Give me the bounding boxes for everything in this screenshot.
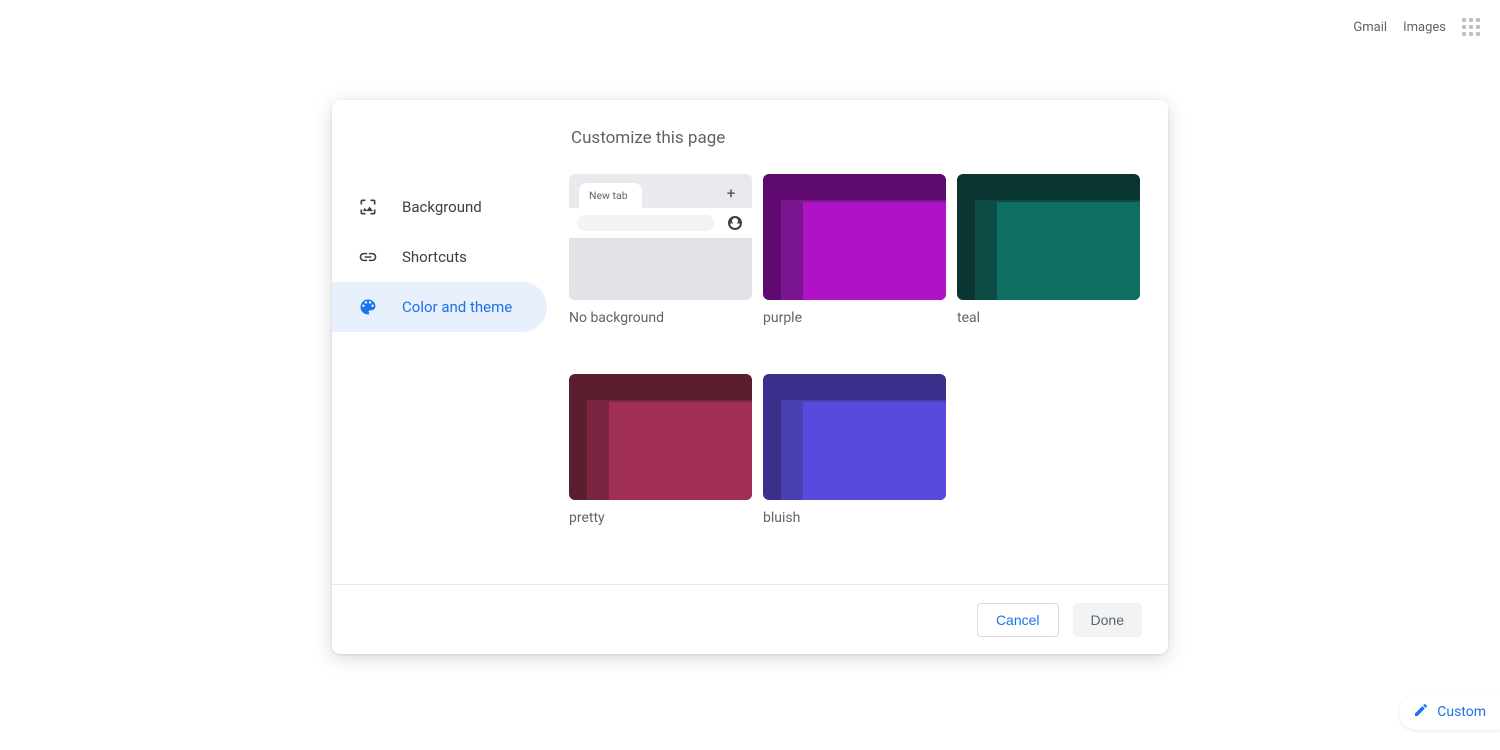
theme-option-no-background[interactable]: New tab + No background [569, 174, 752, 326]
theme-option-bluish[interactable]: bluish [763, 374, 946, 526]
sidebar-item-background[interactable]: Background [332, 182, 547, 232]
dialog-title: Customize this page [569, 128, 1158, 148]
theme-option-pretty[interactable]: pretty [569, 374, 752, 526]
gmail-link[interactable]: Gmail [1353, 20, 1387, 35]
theme-swatch [763, 374, 946, 500]
customize-page-button[interactable]: Custom [1399, 694, 1500, 730]
dialog-content[interactable]: Customize this page New tab + [557, 100, 1168, 584]
account-icon [728, 216, 742, 230]
plus-icon: + [724, 186, 738, 200]
address-bar-preview [577, 215, 714, 231]
theme-grid: New tab + No background [569, 174, 1158, 526]
link-icon [358, 247, 378, 267]
new-tab-label: New tab [579, 183, 642, 208]
theme-swatch [957, 174, 1140, 300]
theme-label: teal [957, 310, 1140, 326]
sidebar-item-label: Shortcuts [402, 248, 467, 266]
theme-swatch [569, 374, 752, 500]
no-background-preview: New tab + [569, 174, 752, 300]
google-apps-icon[interactable] [1462, 18, 1480, 36]
image-icon [358, 197, 378, 217]
sidebar-item-label: Background [402, 198, 482, 216]
cancel-button[interactable]: Cancel [977, 603, 1059, 637]
theme-label: purple [763, 310, 946, 326]
dialog-sidebar: Background Shortcuts Color and theme [332, 100, 557, 584]
sidebar-item-shortcuts[interactable]: Shortcuts [332, 232, 547, 282]
theme-option-teal[interactable]: teal [957, 174, 1140, 326]
theme-option-purple[interactable]: purple [763, 174, 946, 326]
customize-dialog: Background Shortcuts Color and theme Cus… [332, 100, 1168, 654]
done-button[interactable]: Done [1073, 603, 1142, 637]
sidebar-item-color-theme[interactable]: Color and theme [332, 282, 547, 332]
theme-swatch [763, 174, 946, 300]
dialog-footer: Cancel Done [332, 584, 1168, 654]
images-link[interactable]: Images [1403, 20, 1446, 35]
theme-label: bluish [763, 510, 946, 526]
theme-label: pretty [569, 510, 752, 526]
pencil-icon [1413, 702, 1429, 722]
sidebar-item-label: Color and theme [402, 298, 512, 316]
theme-label: No background [569, 310, 752, 326]
customize-page-label: Custom [1437, 704, 1486, 720]
palette-icon [358, 297, 378, 317]
